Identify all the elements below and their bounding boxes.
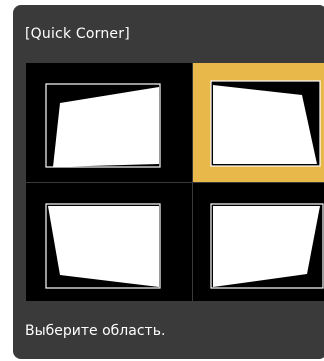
instruction-text: Выберите область. [25,323,166,339]
area-top-right[interactable] [193,63,324,182]
keystone-preview-top-right [210,80,321,167]
area-bottom-right[interactable] [193,183,324,301]
area-top-left[interactable] [26,63,192,182]
area-bottom-left[interactable] [26,183,192,301]
dialog-title: [Quick Corner] [25,26,130,42]
keystone-preview-bottom-right [210,203,324,289]
keystone-preview-top-left [45,83,161,168]
keystone-preview-bottom-left [45,203,161,289]
quick-corner-dialog: [Quick Corner] Выберите область. [13,5,324,359]
corner-selection-grid [26,63,324,301]
grid-divider-horizontal [26,182,324,183]
